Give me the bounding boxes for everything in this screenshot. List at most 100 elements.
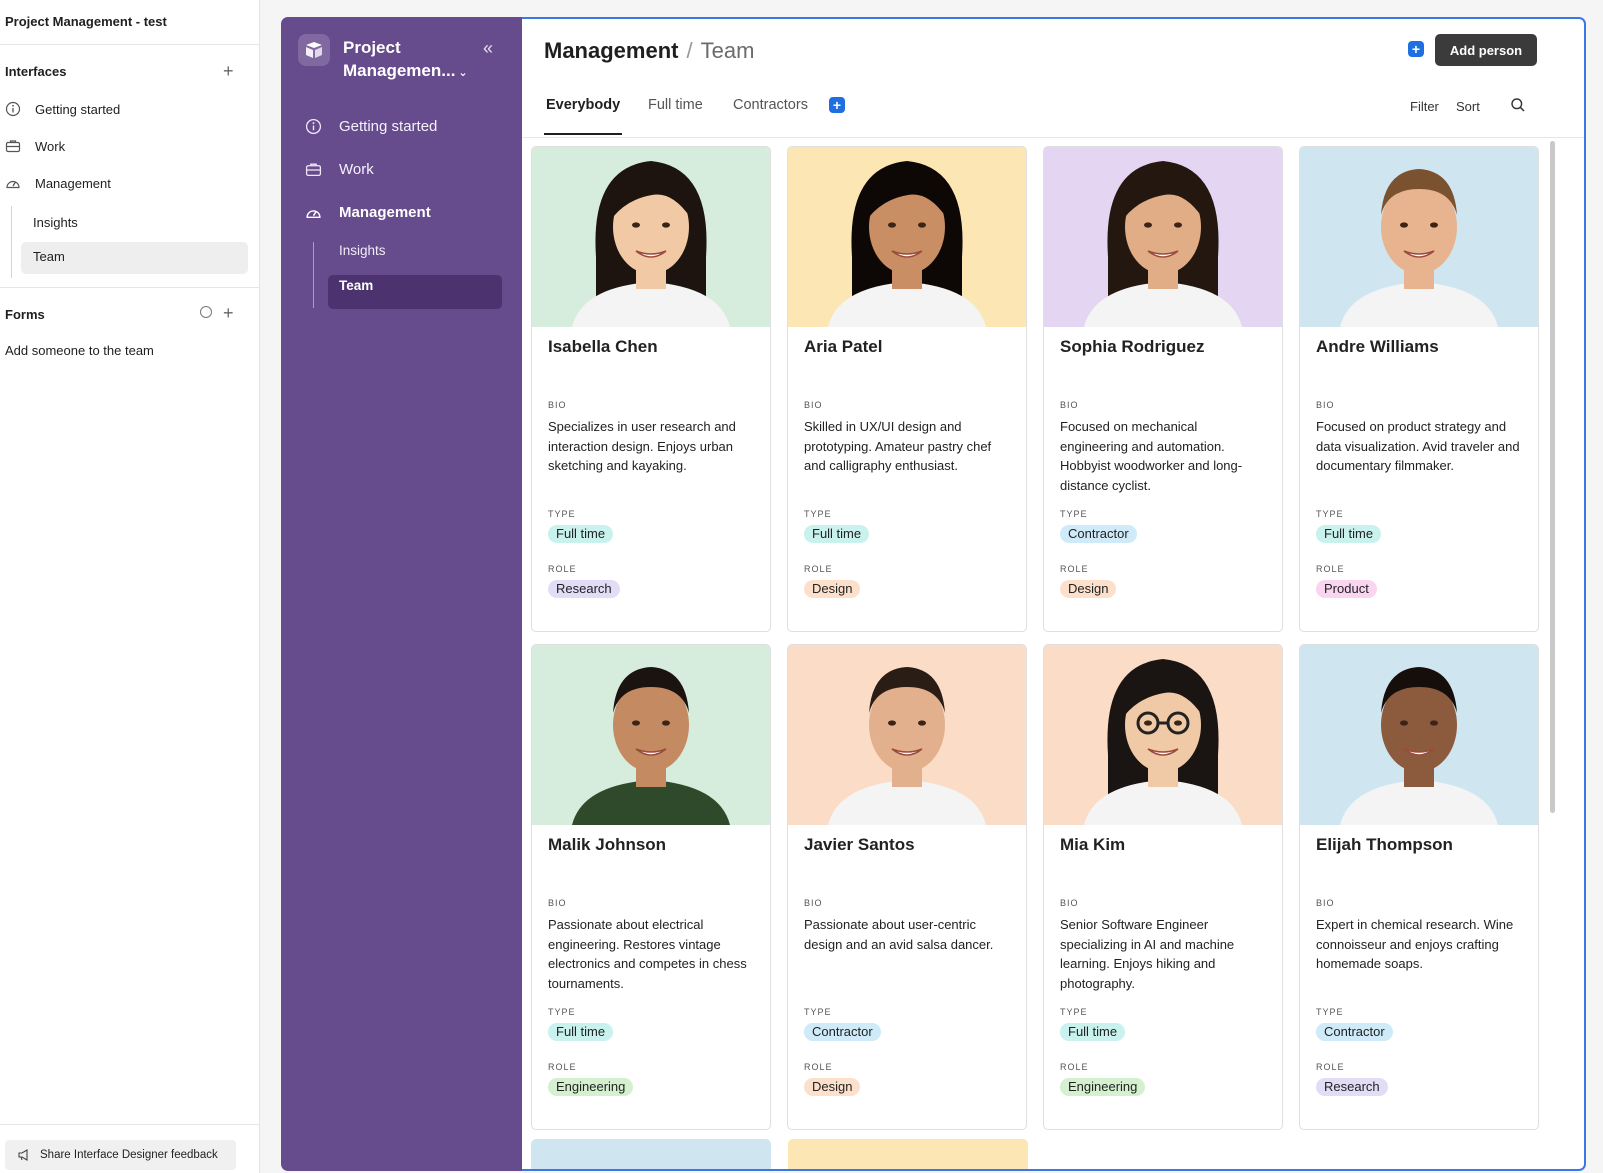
tab-full-time[interactable]: Full time [648,97,703,113]
card-peek [788,1139,1028,1169]
interfaces-heading: Interfaces [5,64,67,79]
person-card[interactable]: Malik Johnson BIO Passionate about elect… [531,644,771,1130]
bio-label: BIO [804,898,823,908]
type-badge: Full time [548,525,614,543]
app-name-menu[interactable]: Project Managemen... ⌄ [343,36,473,85]
filter-button[interactable]: Filter [1410,99,1439,114]
person-card[interactable]: Javier Santos BIO Passionate about user-… [787,644,1027,1130]
person-card[interactable]: Aria Patel BIO Skilled in UX/UI design a… [787,146,1027,632]
person-name: Andre Williams [1316,337,1439,356]
person-card[interactable]: Andre Williams BIO Focused on product st… [1299,146,1539,632]
role-label: ROLE [1316,1062,1345,1072]
nav-item-label: Getting started [339,117,438,135]
role-label: ROLE [804,1062,833,1072]
tab-contractors[interactable]: Contractors [733,97,808,113]
page-title: Team [700,38,755,63]
designer-sub-team[interactable]: Team [33,249,65,264]
person-bio: Skilled in UX/UI design and prototyping.… [804,419,992,473]
person-name: Isabella Chen [548,337,658,356]
type-badge: Contractor [1316,1023,1393,1041]
person-name: Aria Patel [804,337,883,356]
collapse-sidebar-icon[interactable]: « [483,38,493,59]
breadcrumb-separator: / [686,38,693,63]
role-label: ROLE [1316,564,1345,574]
role-badge: Product [1316,580,1377,598]
nav-item-label: Management [339,203,431,221]
sort-button[interactable]: Sort [1456,99,1480,114]
add-person-button[interactable]: Add person [1435,34,1537,66]
forms-info-icon[interactable] [200,306,212,318]
type-label: TYPE [1060,1007,1088,1017]
person-bio: Focused on mechanical engineering and au… [1060,419,1243,493]
designer-item-label: Getting started [35,101,121,117]
scrollbar[interactable] [1550,141,1555,813]
type-label: TYPE [1316,1007,1344,1017]
person-name: Sophia Rodriguez [1060,337,1205,356]
type-label: TYPE [804,509,832,519]
person-name: Malik Johnson [548,835,667,854]
search-icon[interactable] [1510,97,1526,118]
nav-sub-insights[interactable]: Insights [339,243,386,258]
role-badge: Design [1060,580,1117,598]
person-card[interactable]: Isabella Chen BIO Specializes in user re… [531,146,771,632]
bio-label: BIO [1316,898,1335,908]
person-photo [1300,645,1538,825]
bio-label: BIO [1060,400,1079,410]
person-name: Javier Santos [804,835,915,854]
bio-label: BIO [548,898,567,908]
main-content: Management / Team + Add person Everybody F… [522,17,1586,1171]
type-badge: Contractor [1060,525,1137,543]
briefcase-icon [305,163,322,176]
chevron-down-icon: ⌄ [458,67,468,79]
info-icon [5,101,21,117]
type-label: TYPE [1316,509,1344,519]
person-photo [532,147,770,327]
add-form-icon[interactable]: + [223,304,234,322]
add-element-icon[interactable]: + [1408,41,1424,57]
person-bio: Expert in chemical research. Wine connoi… [1316,917,1514,971]
tree-line [11,206,12,278]
nav-sub-team[interactable]: Team [339,278,373,293]
person-bio: Passionate about user-centric design and… [804,917,994,952]
person-card[interactable]: Mia Kim BIO Senior Software Engineer spe… [1043,644,1283,1130]
type-badge: Full time [1060,1023,1126,1041]
role-label: ROLE [1060,564,1089,574]
type-badge: Full time [804,525,870,543]
type-badge: Contractor [804,1023,881,1041]
active-tab-indicator [544,133,622,135]
form-item-add-someone[interactable]: Add someone to the team [5,343,154,358]
role-label: ROLE [804,564,833,574]
designer-item-management[interactable]: Management [5,168,111,198]
feedback-button[interactable]: Share Interface Designer feedback [5,1140,236,1170]
person-card[interactable]: Elijah Thompson BIO Expert in chemical r… [1299,644,1539,1130]
person-photo [1300,147,1538,327]
nav-item-management[interactable]: Management [305,195,431,229]
forms-heading: Forms [5,307,45,322]
breadcrumb-parent[interactable]: Management [544,38,678,63]
tab-everybody[interactable]: Everybody [546,97,620,113]
person-photo [532,645,770,825]
designer-item-getting-started[interactable]: Getting started [5,94,120,124]
designer-item-work[interactable]: Work [5,131,65,161]
divider [0,44,259,45]
card-peek [531,1139,771,1169]
nav-item-getting-started[interactable]: Getting started [305,109,437,143]
person-photo [788,147,1026,327]
role-badge: Engineering [548,1078,634,1096]
breadcrumb: Management / Team [544,38,754,64]
person-bio: Specializes in user research and interac… [548,419,736,473]
add-interface-icon[interactable]: + [223,62,234,80]
add-tab-icon[interactable]: + [829,97,845,113]
person-name: Elijah Thompson [1316,835,1453,854]
designer-item-label: Work [35,138,66,154]
type-label: TYPE [548,1007,576,1017]
gauge-icon [6,180,20,189]
person-photo [1044,147,1282,327]
nav-item-work[interactable]: Work [305,152,374,186]
project-title: Project Management - test [5,14,167,29]
divider [0,287,259,288]
designer-sub-insights[interactable]: Insights [33,215,78,230]
person-card[interactable]: Sophia Rodriguez BIO Focused on mechanic… [1043,146,1283,632]
app-preview: Project Managemen... ⌄ « Getting started … [281,17,1586,1171]
divider [0,1124,259,1125]
